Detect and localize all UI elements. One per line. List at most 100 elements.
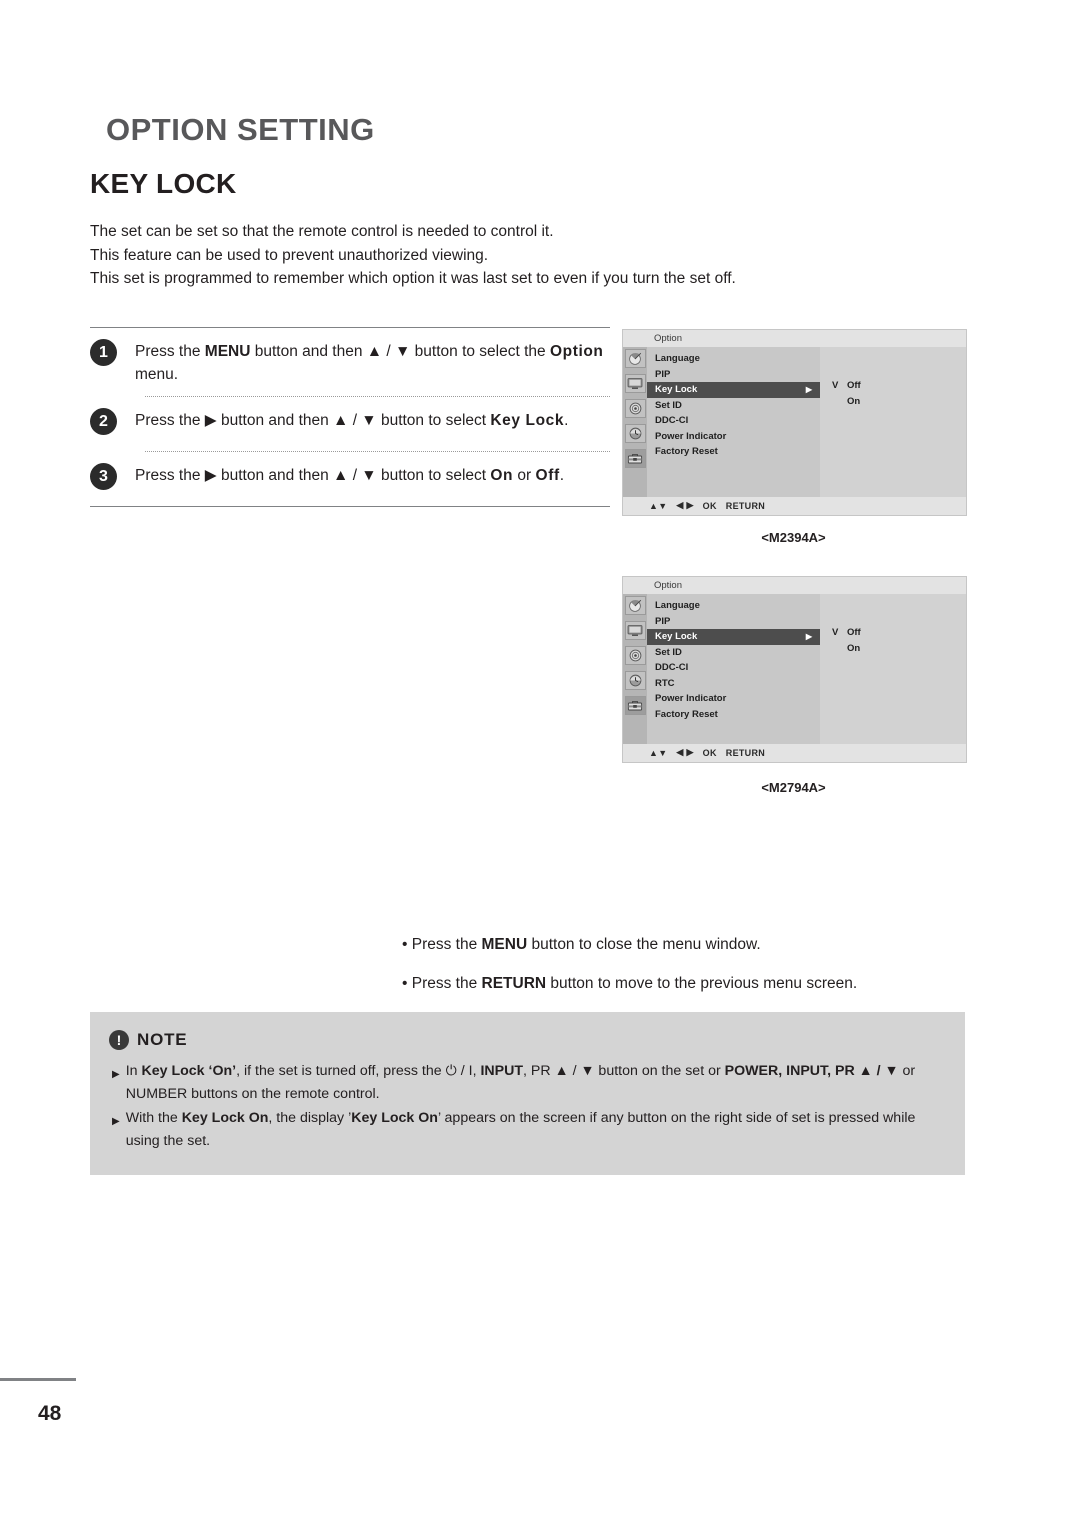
satellite-dish-icon[interactable] <box>624 596 646 615</box>
toolbox-icon[interactable] <box>624 449 646 468</box>
osd-item-factory-reset[interactable]: Factory Reset <box>647 444 820 460</box>
step-2-suffix: . <box>564 412 569 429</box>
osd-value-on-label: On <box>847 396 861 407</box>
osd-value-on[interactable]: On <box>832 396 860 407</box>
osd-item-spacer <box>647 722 820 738</box>
bullet-menu-suffix: button to close the menu window. <box>527 936 761 953</box>
note-1-kw1: Key Lock ‘On’ <box>141 1063 237 1079</box>
chevron-right-icon: ▶ <box>805 385 812 395</box>
osd-footer-ok-label: OK <box>702 747 717 758</box>
footer-rule <box>0 1378 76 1381</box>
step-3-mid: or <box>513 467 536 484</box>
osd-value-off[interactable]: V Off <box>832 380 861 391</box>
page-title: OPTION SETTING <box>106 112 375 147</box>
osd-menu-list-1: Language PIP Key Lock ▶ Set ID DDC-CI Po… <box>647 347 820 497</box>
osd-caption-m2794a: <M2794A> <box>761 780 826 795</box>
step-3-badge: 3 <box>90 463 117 490</box>
note-item-1-text: In Key Lock ‘On’, if the set is turned o… <box>126 1060 945 1105</box>
osd-item-ddc-ci[interactable]: DDC-CI <box>647 413 820 429</box>
osd-item-key-lock[interactable]: Key Lock ▶ <box>647 629 820 645</box>
intro-line-2: This feature can be used to prevent unau… <box>90 246 489 264</box>
osd-footer-1: ▲▼ ◀ ▶ OK RETURN <box>623 496 966 515</box>
step-1-keyword-option: Option <box>549 343 604 360</box>
osd-item-ddc-ci[interactable]: DDC-CI <box>647 660 820 676</box>
disc-icon[interactable] <box>624 399 646 418</box>
osd-value-list-2: V Off On <box>820 594 966 744</box>
note-1-a: In <box>125 1063 142 1079</box>
note-item-list: ▶ In Key Lock ‘On’, if the set is turned… <box>90 1050 965 1152</box>
osd-title-2: Option <box>654 580 682 591</box>
satellite-dish-icon[interactable] <box>624 349 646 368</box>
osd-footer-leftright-icon: ◀ ▶ <box>676 747 694 757</box>
osd-body-1: Language PIP Key Lock ▶ Set ID DDC-CI Po… <box>623 347 966 497</box>
note-2-kw1: Key Lock On <box>181 1110 269 1126</box>
clock-icon[interactable] <box>624 671 646 690</box>
bullet-menu-keyword: MENU <box>481 936 528 953</box>
monitor-icon[interactable] <box>624 621 646 640</box>
note-1-kw3: POWER, <box>724 1063 783 1079</box>
osd-item-key-lock-label: Key Lock <box>655 384 698 396</box>
note-2-c: ’ appears on the screen if any button on… <box>437 1110 825 1126</box>
osd-footer-leftright-icon: ◀ ▶ <box>676 500 694 510</box>
osd-value-off-mark: V <box>832 627 839 638</box>
note-2-a: With the <box>125 1110 182 1126</box>
triangle-right-icon: ▶ <box>112 1069 120 1080</box>
triangle-right-icon: ▶ <box>112 1116 120 1127</box>
step-3-prefix: Press the ▶ button and then ▲ / ▼ button… <box>135 467 491 484</box>
clock-icon[interactable] <box>624 424 646 443</box>
steps-bottom-rule <box>90 506 610 507</box>
osd-iconbar-2 <box>623 594 647 744</box>
osd-item-set-id[interactable]: Set ID <box>647 645 820 661</box>
note-1-line2-kw: INPUT, PR ▲ / ▼ <box>786 1063 899 1079</box>
osd-footer-return-label: RETURN <box>725 500 766 511</box>
osd-title-1: Option <box>654 333 682 344</box>
osd-item-rtc[interactable]: RTC <box>647 676 820 692</box>
osd-value-on[interactable]: On <box>832 643 860 654</box>
osd-value-off-mark: V <box>832 380 839 391</box>
disc-icon[interactable] <box>624 646 646 665</box>
note-1-kw2: INPUT <box>480 1063 524 1079</box>
osd-item-language[interactable]: Language <box>647 598 820 614</box>
osd-value-on-mark <box>832 396 847 407</box>
osd-iconbar-1 <box>623 347 647 497</box>
note-box: ! NOTE ▶ In Key Lock ‘On’, if the set is… <box>90 1012 965 1175</box>
osd-menu-list-2: Language PIP Key Lock ▶ Set ID DDC-CI RT… <box>647 594 820 744</box>
osd-value-on-mark <box>832 643 847 654</box>
osd-value-off-label: Off <box>847 380 861 391</box>
osd-item-set-id[interactable]: Set ID <box>647 398 820 414</box>
osd-item-pip[interactable]: PIP <box>647 367 820 383</box>
toolbox-icon[interactable] <box>624 696 646 715</box>
intro-paragraph: The set can be set so that the remote co… <box>90 220 950 291</box>
note-2-kw2: Key Lock On <box>351 1110 438 1126</box>
note-2-b: , the display ’ <box>268 1110 352 1126</box>
intro-line-3: This set is programmed to remember which… <box>90 270 736 287</box>
osd-footer-updown-icon: ▲▼ <box>649 500 668 511</box>
step-1-prefix: Press the <box>135 343 205 360</box>
osd-item-factory-reset[interactable]: Factory Reset <box>647 707 820 723</box>
step-3-text: Press the ▶ button and then ▲ / ▼ button… <box>135 462 564 487</box>
osd-item-power-indicator[interactable]: Power Indicator <box>647 429 820 445</box>
intro-line-1: The set can be set so that the remote co… <box>90 223 554 240</box>
monitor-icon[interactable] <box>624 374 646 393</box>
step-1-suffix: menu. <box>135 366 179 383</box>
osd-item-spacer <box>647 460 820 476</box>
bullet-return-keyword: RETURN <box>481 975 547 992</box>
bullet-list: • Press the MENU button to close the men… <box>402 936 857 1014</box>
osd-item-key-lock-label: Key Lock <box>655 631 698 643</box>
step-3-keyword-off: Off <box>535 467 560 484</box>
osd-item-key-lock[interactable]: Key Lock ▶ <box>647 382 820 398</box>
osd-item-language[interactable]: Language <box>647 351 820 367</box>
osd-value-off[interactable]: V Off <box>832 627 861 638</box>
bullet-menu-prefix: • Press the <box>402 936 482 953</box>
note-label: NOTE <box>137 1030 188 1049</box>
steps-block: 1 Press the MENU button and then ▲ / ▼ b… <box>90 327 610 507</box>
osd-item-power-indicator[interactable]: Power Indicator <box>647 691 820 707</box>
note-1-c: , PR ▲ / ▼ button on the set or <box>523 1063 725 1079</box>
osd-footer-ok-label: OK <box>702 500 717 511</box>
osd-caption-m2394a: <M2394A> <box>761 530 826 545</box>
step-1: 1 Press the MENU button and then ▲ / ▼ b… <box>90 328 610 396</box>
osd-item-pip[interactable]: PIP <box>647 614 820 630</box>
note-item-2: ▶ With the Key Lock On, the display ’Key… <box>112 1107 945 1152</box>
section-title: KEY LOCK <box>90 168 237 199</box>
step-1-keyword-menu: MENU <box>204 343 251 360</box>
